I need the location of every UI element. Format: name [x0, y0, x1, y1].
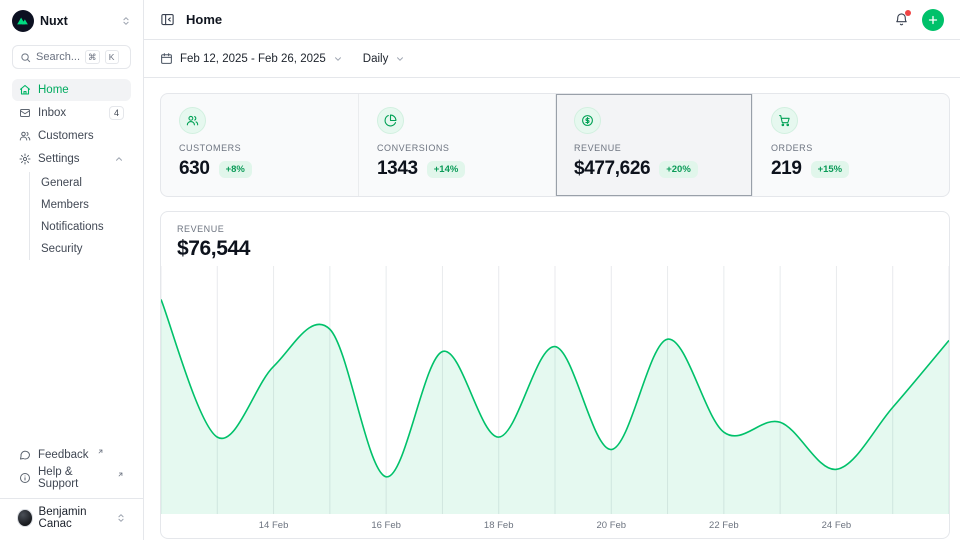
message-bubble-icon: [19, 449, 31, 461]
stats-row: CUSTOMERS 630 +8% CONVERSIONS 1343 +14%: [160, 93, 950, 197]
chevron-down-icon: [333, 54, 343, 64]
stat-delta-badge: +15%: [811, 161, 850, 178]
stat-value: $477,626: [574, 158, 650, 180]
home-icon: [19, 84, 31, 96]
info-circle-icon: [19, 472, 31, 484]
sidebar-item-label: Settings: [38, 153, 80, 165]
kbd-cmd: ⌘: [85, 50, 100, 64]
sidebar-item-settings[interactable]: Settings: [12, 148, 131, 170]
inbox-count-badge: 4: [109, 106, 124, 120]
sidebar-item-label: Feedback: [38, 449, 89, 461]
sidebar-item-customers[interactable]: Customers: [12, 125, 131, 147]
sidebar-collapse-icon[interactable]: [160, 12, 175, 27]
kbd-k: K: [105, 50, 119, 64]
search-icon: [20, 52, 31, 63]
stat-card-customers[interactable]: CUSTOMERS 630 +8%: [161, 94, 358, 196]
chart-metric-label: REVENUE: [177, 224, 933, 234]
sidebar-item-feedback[interactable]: Feedback: [12, 444, 131, 466]
stat-value: 630: [179, 158, 210, 180]
stat-delta-badge: +8%: [219, 161, 252, 178]
chart-header: REVENUE $76,544: [161, 212, 949, 266]
x-tick: 16 Feb: [371, 520, 401, 531]
period-value: Daily: [363, 53, 389, 65]
x-tick: 18 Feb: [484, 520, 514, 531]
user-name: Benjamin Canac: [39, 506, 110, 530]
search-placeholder: Search...: [36, 51, 80, 63]
stat-delta-badge: +14%: [427, 161, 466, 178]
calendar-icon: [160, 52, 173, 65]
chevron-up-down-icon: [121, 16, 131, 26]
stat-value: 219: [771, 158, 802, 180]
page-title: Home: [186, 12, 222, 27]
sidebar-item-help-support[interactable]: Help & Support: [12, 467, 131, 489]
stat-label: REVENUE: [574, 143, 734, 153]
search-input[interactable]: Search... ⌘ K: [12, 45, 131, 69]
x-tick: 24 Feb: [822, 520, 852, 531]
sidebar-item-label: Customers: [38, 130, 94, 142]
sidebar-item-home[interactable]: Home: [12, 79, 131, 101]
gear-icon: [19, 153, 31, 165]
workspace-name: Nuxt: [40, 14, 68, 28]
user-menu[interactable]: Benjamin Canac: [12, 506, 131, 530]
sidebar-item-inbox[interactable]: Inbox 4: [12, 102, 131, 124]
users-icon: [19, 130, 31, 142]
x-tick: 14 Feb: [259, 520, 289, 531]
dashboard-content: CUSTOMERS 630 +8% CONVERSIONS 1343 +14%: [144, 78, 960, 540]
revenue-chart-svg: [161, 266, 949, 514]
x-tick: 22 Feb: [709, 520, 739, 531]
notifications-button[interactable]: [894, 12, 909, 27]
sidebar-item-label: Help & Support: [38, 466, 109, 490]
x-tick: 20 Feb: [596, 520, 626, 531]
plus-icon: [927, 14, 939, 26]
chart-metric-value: $76,544: [177, 237, 933, 261]
notification-dot: [905, 10, 911, 16]
period-select[interactable]: Daily: [363, 53, 406, 65]
sidebar-item-label: Inbox: [38, 107, 66, 119]
dollar-circle-icon: [574, 107, 601, 134]
sidebar-divider: [0, 498, 143, 499]
sidebar: Nuxt Search... ⌘ K Home Inbox 4 Customer…: [0, 0, 144, 540]
chevron-down-icon: [395, 54, 405, 64]
sidebar-item-members[interactable]: Members: [30, 194, 131, 216]
revenue-chart-card: REVENUE $76,544 14 Feb 16 Feb 18 Feb 20 …: [160, 211, 950, 539]
external-link-icon: [117, 471, 124, 478]
new-item-button[interactable]: [922, 9, 944, 31]
sidebar-spacer: [12, 262, 131, 444]
nuxt-logo-icon: [12, 10, 34, 32]
avatar: [17, 509, 33, 527]
date-range-picker[interactable]: Feb 12, 2025 - Feb 26, 2025: [160, 52, 343, 65]
workspace-switcher[interactable]: Nuxt: [12, 10, 131, 32]
top-header: Home: [144, 0, 960, 40]
external-link-icon: [97, 448, 104, 455]
stat-delta-badge: +20%: [659, 161, 698, 178]
pie-chart-icon: [377, 107, 404, 134]
users-icon: [179, 107, 206, 134]
chevron-up-down-icon: [116, 513, 126, 523]
sidebar-item-notifications[interactable]: Notifications: [30, 216, 131, 238]
stat-card-revenue[interactable]: REVENUE $477,626 +20%: [555, 94, 752, 196]
sidebar-item-security[interactable]: Security: [30, 238, 131, 260]
date-range-value: Feb 12, 2025 - Feb 26, 2025: [180, 53, 326, 65]
stat-label: ORDERS: [771, 143, 931, 153]
stat-label: CONVERSIONS: [377, 143, 537, 153]
x-axis: 14 Feb 16 Feb 18 Feb 20 Feb 22 Feb 24 Fe…: [161, 514, 949, 538]
stat-card-conversions[interactable]: CONVERSIONS 1343 +14%: [358, 94, 555, 196]
stat-label: CUSTOMERS: [179, 143, 340, 153]
inbox-icon: [19, 107, 31, 119]
chevron-up-icon: [114, 154, 124, 164]
stat-value: 1343: [377, 158, 418, 180]
revenue-area-chart[interactable]: [161, 266, 949, 514]
sidebar-item-general[interactable]: General: [30, 172, 131, 194]
filter-toolbar: Feb 12, 2025 - Feb 26, 2025 Daily: [144, 40, 960, 78]
shopping-cart-icon: [771, 107, 798, 134]
sidebar-item-label: Home: [38, 84, 69, 96]
settings-submenu: General Members Notifications Security: [29, 172, 131, 260]
main-area: Home Feb 12, 2025 - Feb 26, 2025 Daily: [144, 0, 960, 540]
stat-card-orders[interactable]: ORDERS 219 +15%: [752, 94, 949, 196]
